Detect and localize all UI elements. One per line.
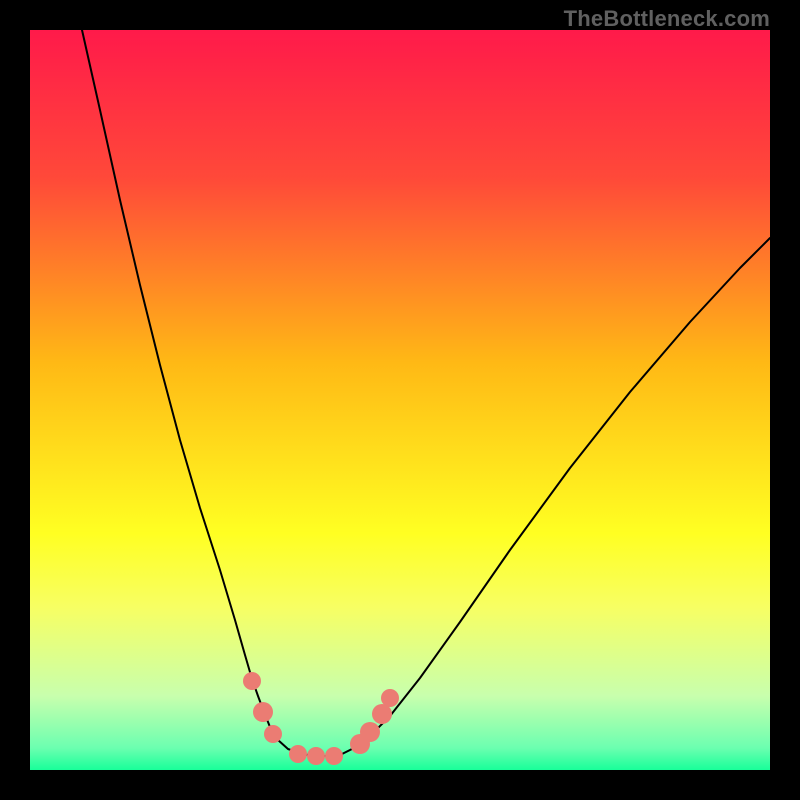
series-right-branch [342,238,770,754]
valley-marker-2 [264,725,282,743]
valley-marker-3 [289,745,307,763]
valley-marker-5 [325,747,343,765]
valley-marker-0 [243,672,261,690]
bottleneck-curve [30,30,770,770]
series-left-branch [82,30,302,754]
watermark-label: TheBottleneck.com [564,6,770,32]
valley-marker-1 [253,702,273,722]
valley-marker-7 [360,722,380,742]
plot-area [30,30,770,770]
chart-frame: TheBottleneck.com [0,0,800,800]
valley-marker-8 [372,704,392,724]
valley-marker-9 [381,689,399,707]
valley-marker-4 [307,747,325,765]
